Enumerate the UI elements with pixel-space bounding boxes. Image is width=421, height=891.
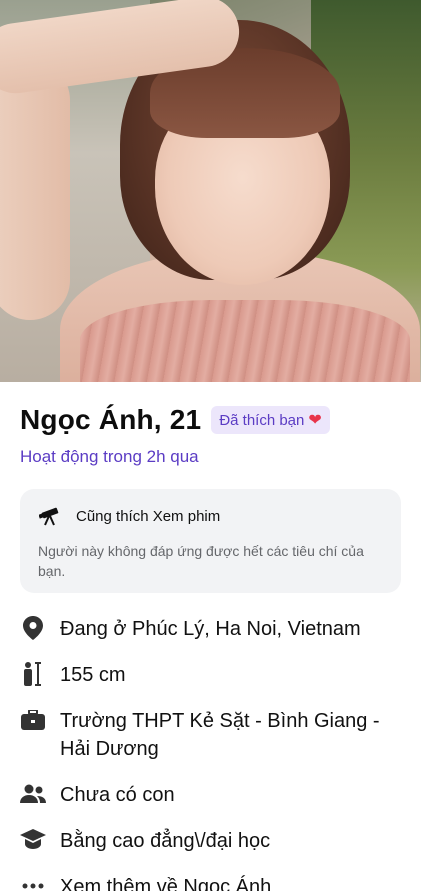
more-dots-icon xyxy=(20,873,46,891)
telescope-icon xyxy=(38,505,64,527)
see-more-link[interactable]: Xem thêm về Ngọc Ánh xyxy=(20,873,401,891)
liked-you-badge: Đã thích bạn ❤ xyxy=(211,406,330,434)
shared-interest-card: Cũng thích Xem phim Người này không đáp … xyxy=(20,489,401,593)
criteria-note: Người này không đáp ứng được hết các tiê… xyxy=(38,543,364,579)
profile-photo[interactable] xyxy=(0,0,421,382)
location-text: Đang ở Phúc Lý, Ha Noi, Vietnam xyxy=(60,618,361,640)
graduation-cap-icon xyxy=(20,827,46,853)
profile-name-age: Ngọc Ánh, 21 xyxy=(20,404,202,435)
detail-education: Bằng cao đẳng\/đại học xyxy=(20,827,401,855)
detail-children: Chưa có con xyxy=(20,781,401,809)
people-icon xyxy=(20,781,46,807)
heart-icon: ❤ xyxy=(308,412,322,429)
photo-arm xyxy=(0,60,70,320)
detail-height: 155 cm xyxy=(20,661,401,689)
detail-location: Đang ở Phúc Lý, Ha Noi, Vietnam xyxy=(20,615,401,643)
height-icon xyxy=(20,661,46,687)
school-text: Trường THPT Kẻ Sặt - Bình Giang - Hải Dư… xyxy=(60,710,380,760)
photo-clothing xyxy=(80,300,410,382)
detail-school: Trường THPT Kẻ Sặt - Bình Giang - Hải Dư… xyxy=(20,707,401,763)
see-more-text[interactable]: Xem thêm về Ngọc Ánh xyxy=(60,873,271,891)
education-text: Bằng cao đẳng\/đại học xyxy=(60,830,271,852)
liked-you-label: Đã thích bạn xyxy=(219,411,305,429)
active-status: Hoạt động trong 2h qua xyxy=(20,447,199,466)
shared-interest-title: Cũng thích Xem phim xyxy=(76,507,221,525)
children-text: Chưa có con xyxy=(60,784,175,806)
height-text: 155 cm xyxy=(60,664,126,686)
shared-interest-header: Cũng thích Xem phim xyxy=(38,505,383,527)
name-row: Ngọc Ánh, 21 Đã thích bạn ❤ xyxy=(20,404,401,436)
location-pin-icon xyxy=(20,615,46,641)
briefcase-icon xyxy=(20,707,46,733)
profile-details: Đang ở Phúc Lý, Ha Noi, Vietnam 155 cm T… xyxy=(20,615,401,891)
profile-content: Ngọc Ánh, 21 Đã thích bạn ❤ Hoạt động tr… xyxy=(0,404,421,891)
